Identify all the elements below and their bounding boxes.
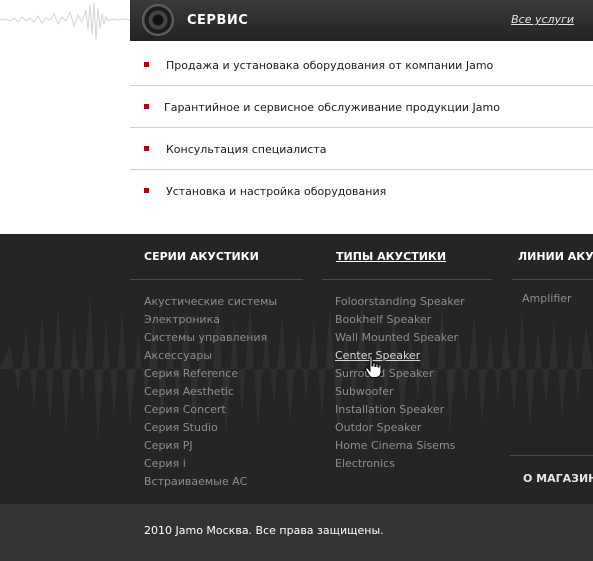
series-link[interactable]: Системы управления <box>144 331 267 344</box>
all-services-link[interactable]: Все услуги <box>511 13 574 26</box>
speaker-icon <box>142 4 174 36</box>
bullet-icon <box>144 62 149 67</box>
series-link[interactable]: Серия Aesthetic <box>144 385 234 398</box>
shop-link[interactable]: О МАГАЗИНЕ <box>523 472 593 485</box>
series-link[interactable]: Серия Studio <box>144 421 218 434</box>
service-item[interactable]: Гарантийное и сервисное обслуживание про… <box>130 86 593 128</box>
hand-cursor-icon <box>365 355 382 378</box>
types-title[interactable]: ТИПЫ АКУСТИКИ <box>336 250 446 263</box>
service-section: СЕРВИС Все услуги Продажа и установака о… <box>0 0 593 234</box>
copyright-text: 2010 Jamo Москва. Все права защищены. <box>144 524 384 537</box>
series-link[interactable]: Серия PJ <box>144 439 193 452</box>
series-title: СЕРИИ АКУСТИКИ <box>144 250 259 263</box>
service-title: СЕРВИС <box>187 13 249 28</box>
waveform-background <box>0 294 593 444</box>
service-item[interactable]: Консультация специалиста <box>130 128 593 170</box>
series-link[interactable]: Электроника <box>144 313 220 326</box>
types-link[interactable]: Installation Speaker <box>335 403 444 416</box>
types-link[interactable]: Home Cinema Sisems <box>335 439 455 452</box>
waveform-decoration <box>0 2 130 41</box>
shop-divider <box>510 455 593 456</box>
types-link[interactable]: Bookhelf Speaker <box>335 313 431 326</box>
types-link[interactable]: Foloorstanding Speaker <box>335 295 465 308</box>
service-item-label[interactable]: Продажа и установака оборудования от ком… <box>166 59 493 72</box>
series-divider <box>130 279 303 280</box>
series-link[interactable]: Аксессуары <box>144 349 212 362</box>
types-link[interactable]: Outdor Speaker <box>335 421 421 434</box>
service-item[interactable]: Продажа и установака оборудования от ком… <box>130 44 593 86</box>
series-link[interactable]: Встраиваемые АС <box>144 475 247 488</box>
series-link[interactable]: Серия i <box>144 457 186 470</box>
service-item[interactable]: Установка и настройка оборудования <box>130 170 593 211</box>
service-header: СЕРВИС Все услуги <box>130 0 593 41</box>
lines-link[interactable]: Amplifier <box>522 292 572 305</box>
lines-title: ЛИНИИ АКУСТИКИ <box>518 250 593 263</box>
bullet-icon <box>144 104 149 109</box>
types-divider <box>322 279 492 280</box>
lines-divider <box>512 279 593 280</box>
bullet-icon <box>144 188 149 193</box>
types-link[interactable]: Electronics <box>335 457 395 470</box>
types-link[interactable]: Surround Speaker <box>335 367 433 380</box>
series-link[interactable]: Акустические системы <box>144 295 277 308</box>
service-list: Продажа и установака оборудования от ком… <box>130 44 593 211</box>
series-link[interactable]: Серия Reference <box>144 367 238 380</box>
service-item-label[interactable]: Консультация специалиста <box>166 143 326 156</box>
types-link[interactable]: Subwoofer <box>335 385 394 398</box>
service-item-label[interactable]: Гарантийное и сервисное обслуживание про… <box>164 101 500 114</box>
bullet-icon <box>144 146 149 151</box>
copyright-bar: 2010 Jamo Москва. Все права защищены. <box>0 504 593 561</box>
types-link[interactable]: Wall Mounted Speaker <box>335 331 458 344</box>
footer: СЕРИИ АКУСТИКИ Акустические системы Элек… <box>0 234 593 504</box>
service-item-label[interactable]: Установка и настройка оборудования <box>166 185 386 198</box>
series-link[interactable]: Серия Concert <box>144 403 226 416</box>
